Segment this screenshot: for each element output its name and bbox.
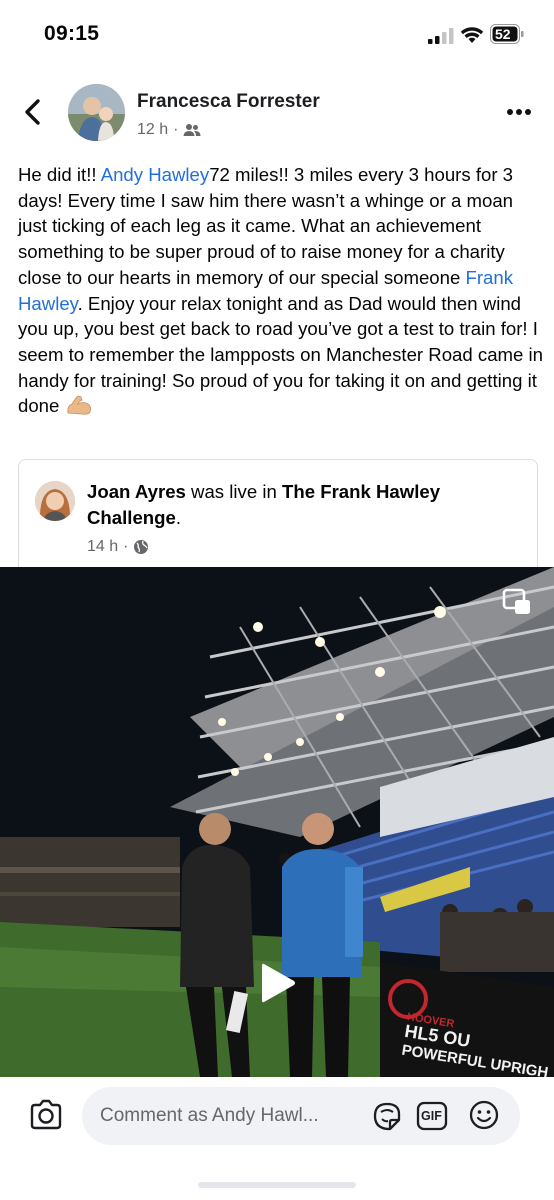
home-indicator [198,1182,356,1188]
wifi-icon [460,27,484,43]
shared-author-avatar[interactable] [35,481,75,521]
back-arrow-icon[interactable] [22,98,44,126]
shared-meta: 14 h · [87,538,149,556]
more-options-icon[interactable] [506,102,532,122]
battery-level: 52 [495,26,511,42]
shared-live-card[interactable]: Joan Ayres was live in The Frank Hawley … [18,459,538,569]
post-text: He did it!! Andy Hawley72 miles!! 3 mile… [18,162,543,419]
flexed-biceps-icon [66,396,91,415]
meta-separator: · [173,121,179,138]
avatar-sticker-icon[interactable] [370,1100,404,1132]
shared-action: was live in [185,481,282,502]
comment-input[interactable]: Comment as Andy Hawl... GIF [82,1087,520,1145]
post-text-part-1: He did it!! [18,164,101,185]
gif-icon[interactable]: GIF [416,1101,448,1131]
shared-title: Joan Ayres was live in The Frank Hawley … [87,479,527,530]
post-text-part-3: . Enjoy your relax tonight and as Dad wo… [18,292,544,417]
status-bar: 09:15 52 [0,0,554,70]
status-time: 09:15 [44,22,100,45]
gif-label: GIF [421,1109,442,1123]
post-timestamp[interactable]: 12 h [137,121,168,139]
author-name[interactable]: Francesca Forrester [137,91,320,113]
battery-icon: 52 [490,24,524,44]
play-icon[interactable] [258,960,298,1006]
author-avatar[interactable] [68,84,125,141]
shared-timestamp[interactable]: 14 h [87,538,118,556]
comment-bar: Comment as Andy Hawl... GIF [0,1077,554,1200]
shared-meta-separator: · [123,538,129,555]
friends-icon [183,124,201,136]
mention-andy-hawley[interactable]: Andy Hawley [101,164,210,185]
post-header: Francesca Forrester 12 h · [0,80,554,150]
shared-period: . [175,506,182,528]
comment-placeholder: Comment as Andy Hawl... [100,1105,319,1126]
emoji-icon[interactable] [468,1099,500,1131]
post-meta: 12 h · [137,121,201,139]
globe-icon [134,540,149,554]
shared-author-name[interactable]: Joan Ayres [87,481,186,502]
picture-in-picture-icon[interactable] [502,588,532,616]
camera-icon[interactable] [28,1099,64,1131]
cellular-signal-icon [428,28,454,44]
